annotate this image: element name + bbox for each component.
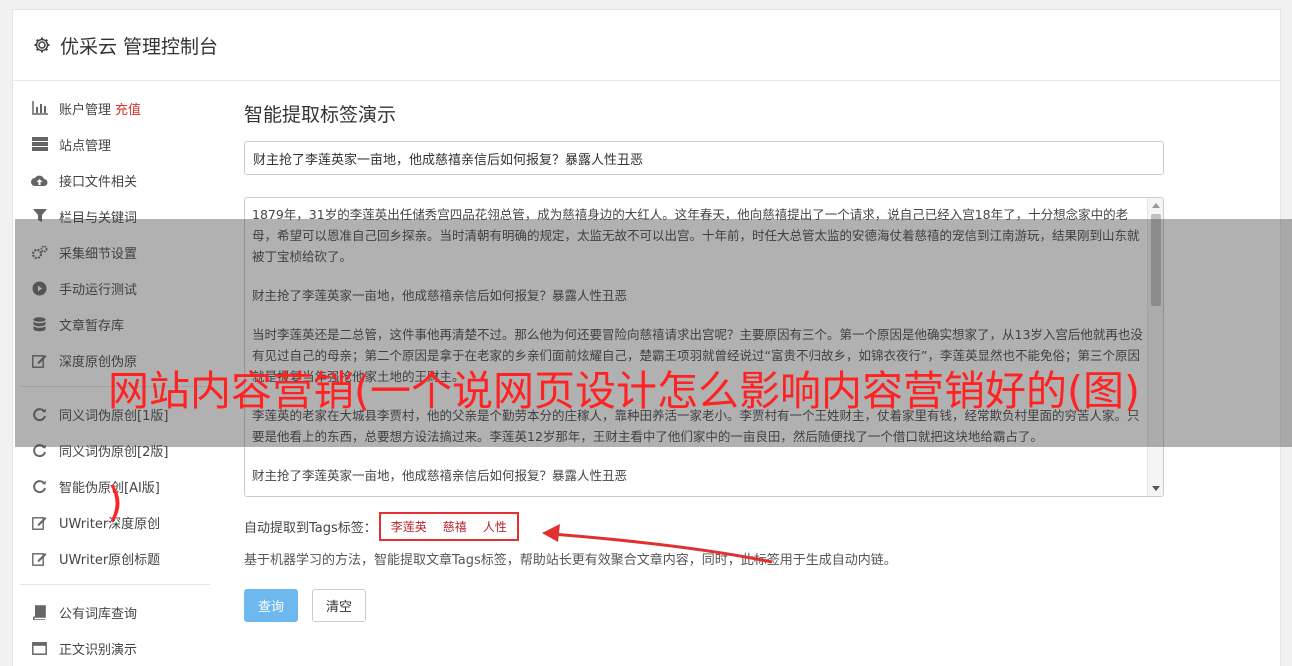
- edit-icon: [31, 514, 48, 531]
- scroll-up-icon[interactable]: [1152, 203, 1160, 208]
- sidebar-item-text-recognition[interactable]: 正文识别演示: [20, 630, 210, 666]
- query-button[interactable]: 查询: [244, 589, 298, 622]
- sidebar-item-account[interactable]: 账户管理 充值: [20, 90, 210, 126]
- annotation-arrow-icon: [542, 524, 773, 564]
- sidebar-item-label: 接口文件相关: [59, 174, 138, 190]
- article-paragraph: 财主抢了李莲英家一亩地，他成慈禧亲信后如何报复？暴露人性丑恶: [252, 468, 628, 483]
- sidebar-item-public-lexicon[interactable]: 公有词库查询: [20, 594, 210, 630]
- tag-item[interactable]: 慈禧: [443, 518, 467, 535]
- console-title: 优采云 管理控制台: [60, 35, 219, 58]
- sidebar-item-label: 账户管理: [59, 102, 112, 118]
- button-row: 查询 清空: [244, 589, 1164, 622]
- sidebar-item-interface[interactable]: 接口文件相关: [20, 162, 210, 198]
- sidebar-item-label: 正文识别演示: [59, 642, 138, 658]
- sidebar-item-label: 站点管理: [59, 138, 112, 154]
- sidebar-divider: [20, 584, 210, 585]
- clear-button[interactable]: 清空: [312, 589, 366, 622]
- console-header: 优采云 管理控制台: [13, 10, 1280, 81]
- edit-icon: [31, 550, 48, 567]
- refresh-icon: [31, 478, 48, 495]
- gear-icon: [33, 36, 51, 54]
- tag-item[interactable]: 李莲英: [391, 518, 427, 535]
- book-icon: [31, 604, 48, 621]
- window-icon: [31, 640, 48, 657]
- sidebar-item-label: UWriter原创标题: [59, 552, 161, 568]
- scroll-down-icon[interactable]: [1152, 486, 1160, 491]
- cloud-upload-icon: [31, 172, 48, 189]
- tag-item[interactable]: 人性: [483, 518, 507, 535]
- overlay-headline: 网站内容营销(一个说网页设计怎么影响内容营销好的(图): [108, 367, 1140, 415]
- sidebar-item-uwriter-title[interactable]: UWriter原创标题: [20, 540, 210, 576]
- sidebar-item-sites[interactable]: 站点管理: [20, 126, 210, 162]
- page-title: 智能提取标签演示: [244, 104, 397, 126]
- sidebar-item-label: 公有词库查询: [59, 606, 138, 622]
- server-icon: [31, 136, 48, 153]
- bar-chart-icon: [31, 100, 48, 117]
- title-input[interactable]: [244, 141, 1164, 175]
- tags-label: 自动提取到Tags标签：: [244, 520, 377, 536]
- recharge-link[interactable]: 充值: [115, 99, 141, 118]
- tags-highlight-box: 李莲英 慈禧 人性: [378, 511, 519, 541]
- overlay-headline-tail: ): [107, 478, 123, 526]
